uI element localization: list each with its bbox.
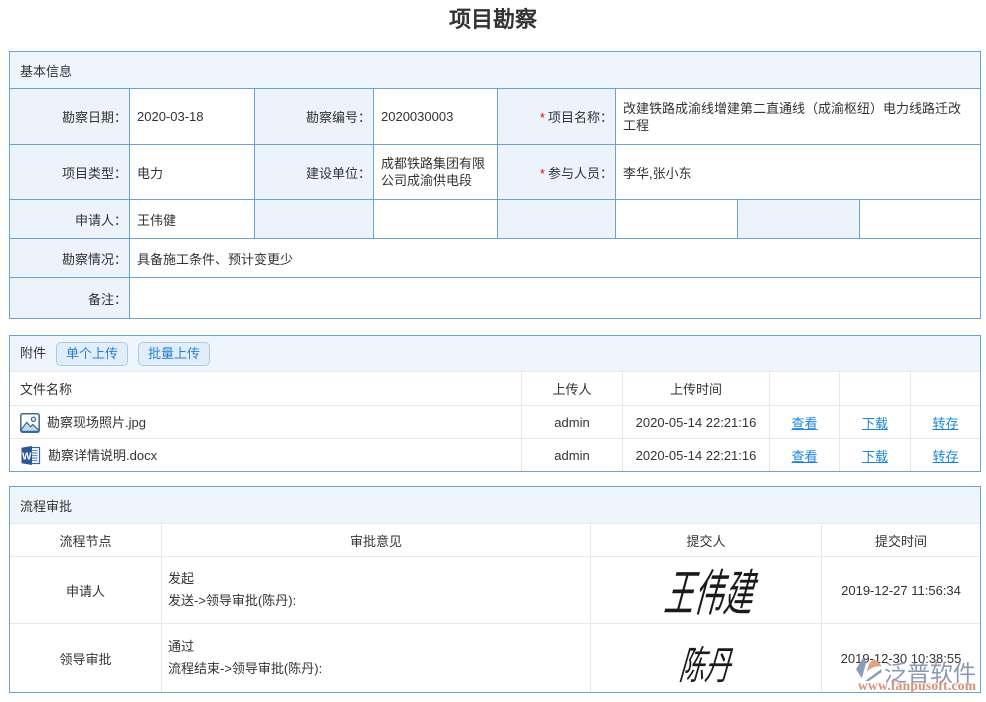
svg-text:W: W — [22, 451, 32, 462]
